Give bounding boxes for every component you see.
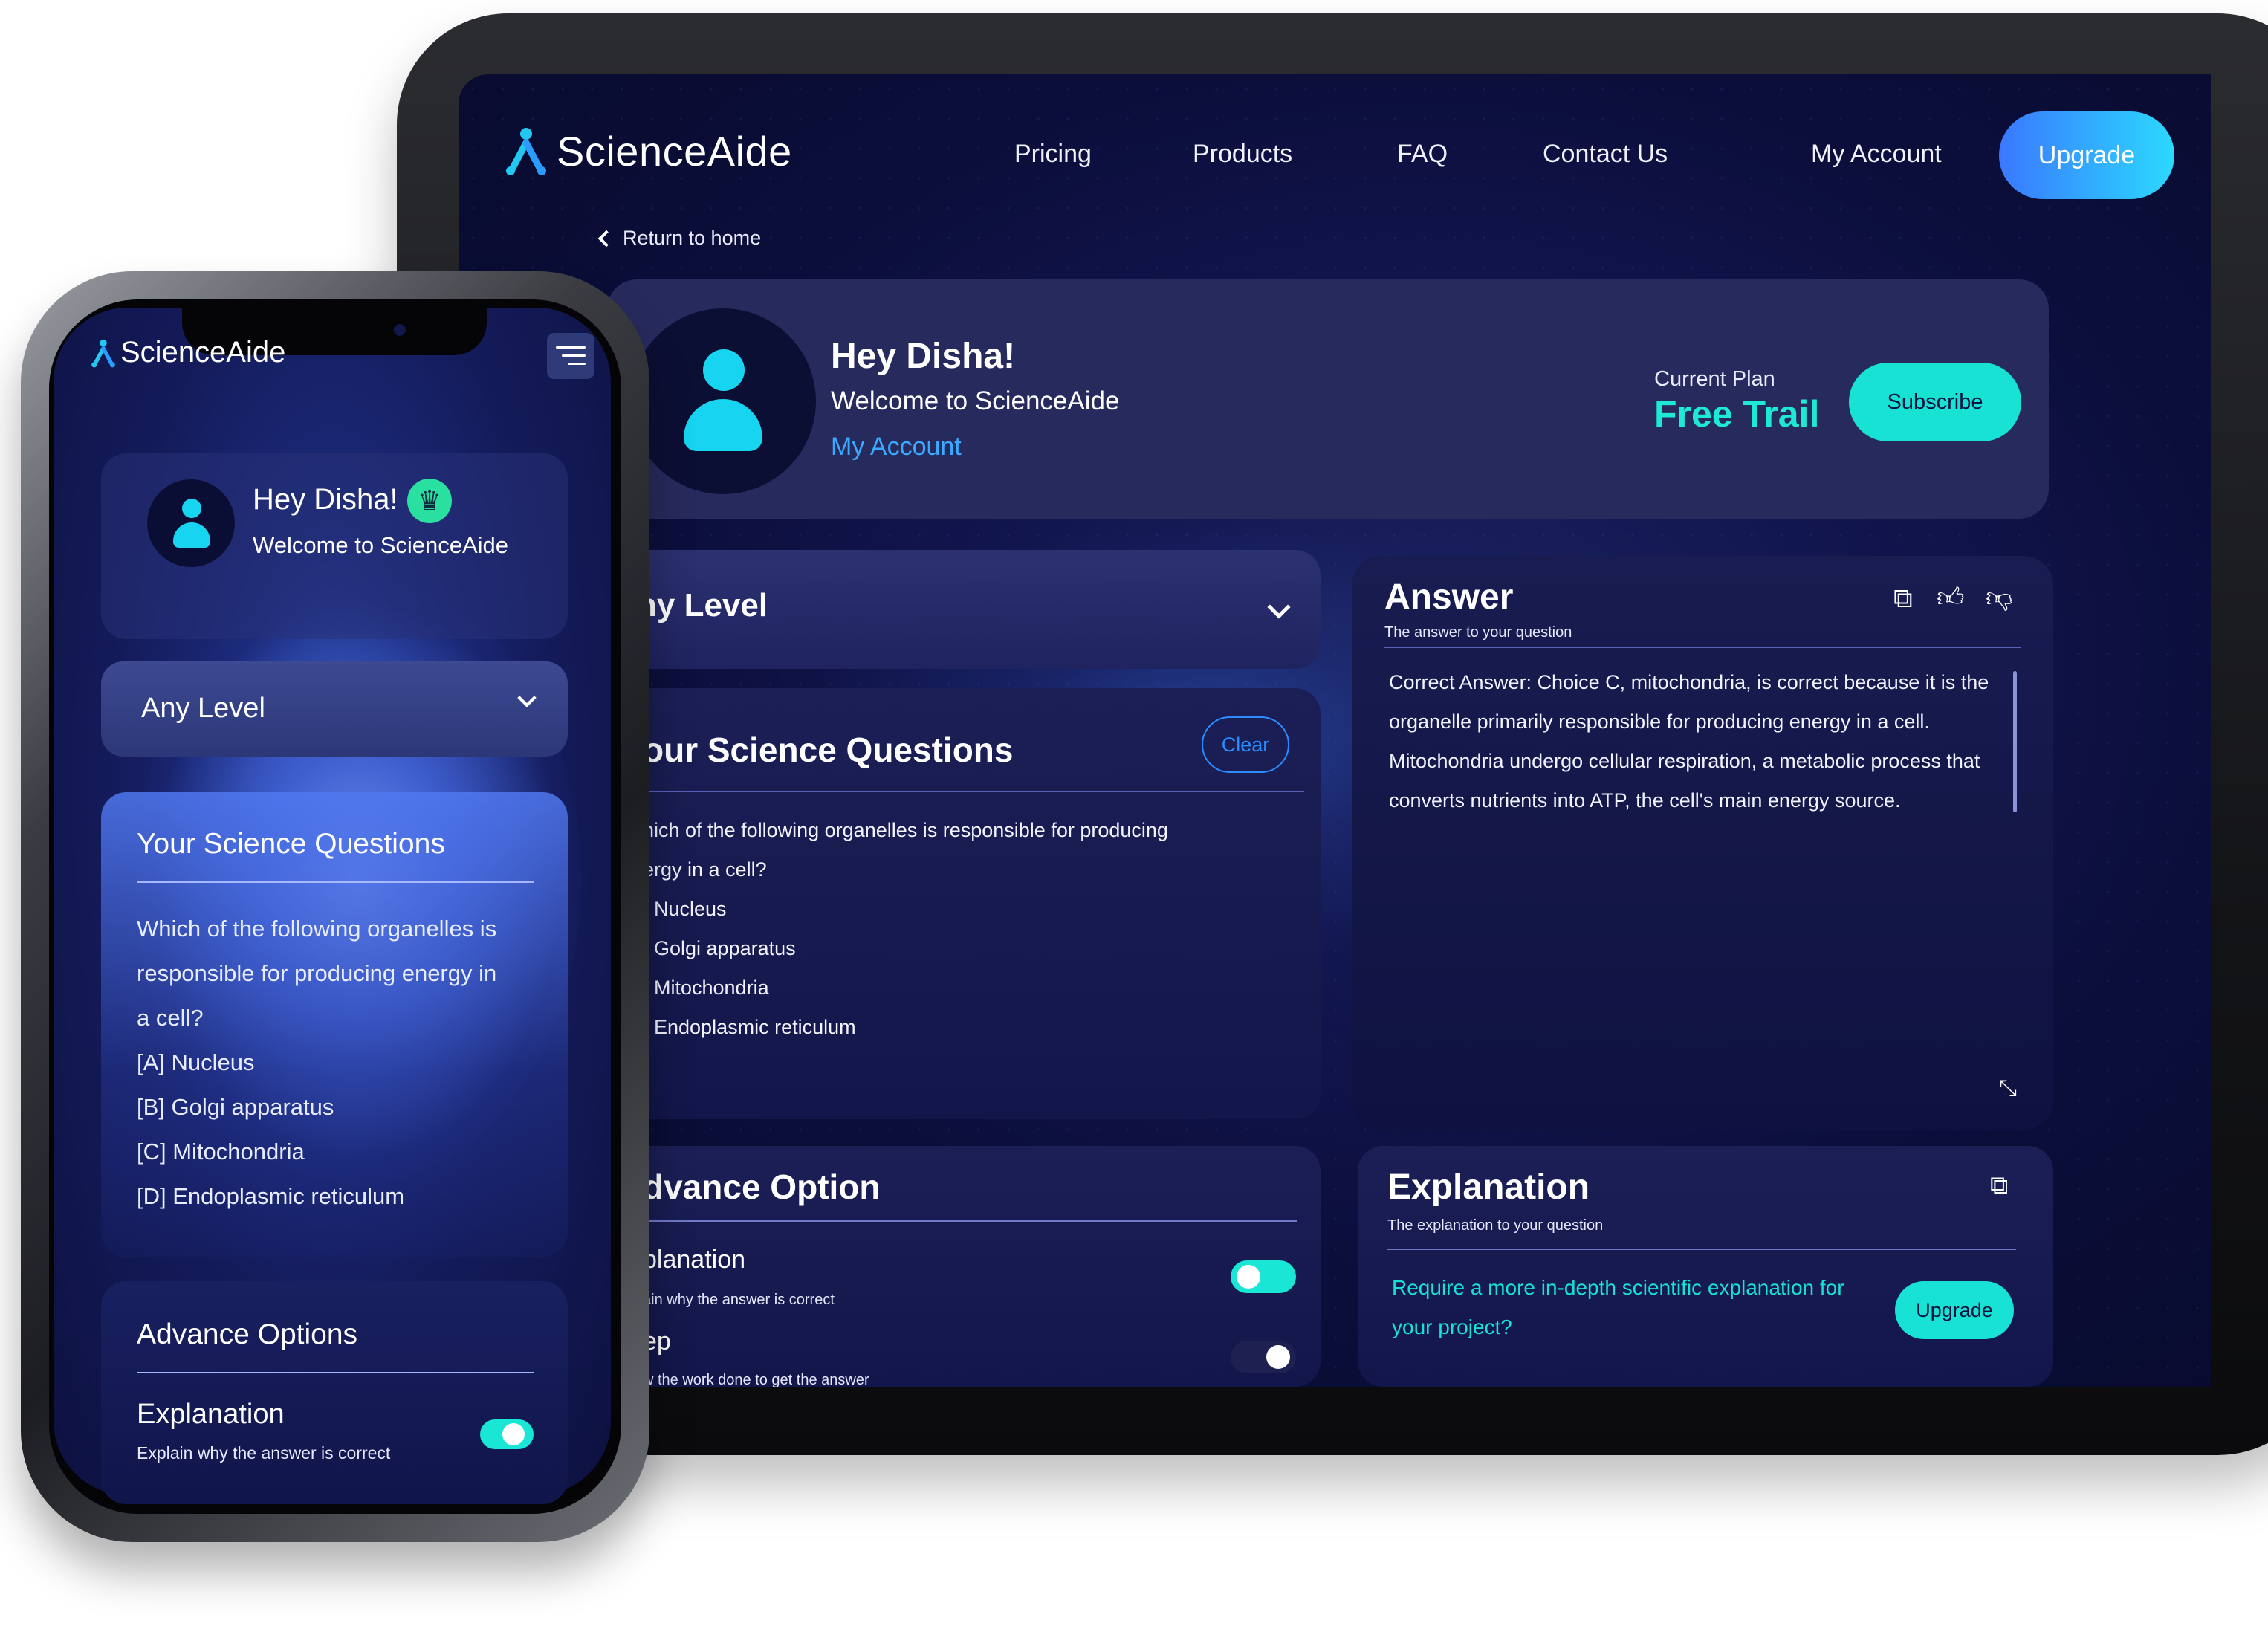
explanation-upgrade-prompt: Require a more in-depth scientific expla… (1392, 1276, 1844, 1338)
scienceaide-logo-icon (91, 339, 115, 367)
phone-explanation-description: Explain why the answer is correct (137, 1443, 391, 1463)
phone-explanation-label: Explanation (137, 1399, 285, 1430)
explanation-upgrade-button[interactable]: Upgrade (1895, 1281, 2014, 1339)
question-option[interactable]: [D] Endoplasmic reticulum (137, 1183, 538, 1210)
profile-greeting: Hey Disha! (831, 337, 1016, 376)
profile-welcome: Welcome to ScienceAide (831, 386, 1120, 415)
avatar-icon (630, 308, 816, 494)
brand-name: ScienceAide (557, 127, 792, 175)
current-plan-value: Free Trail (1654, 393, 1820, 435)
subscribe-button[interactable]: Subscribe (1849, 363, 2021, 441)
advance-option-title: dvance Option (643, 1168, 881, 1206)
phone-brand-logo[interactable]: ScienceAide (91, 336, 285, 369)
phone-explanation-toggle[interactable] (480, 1419, 534, 1449)
divider (137, 881, 534, 883)
question-line[interactable]: ergy in a cell? (643, 858, 767, 881)
question-option[interactable]: ] Mitochondria (643, 977, 769, 1000)
chevron-left-icon (597, 230, 615, 247)
nav-pricing[interactable]: Pricing (1014, 140, 1092, 169)
questions-title: our Science Questions (643, 731, 1014, 769)
explanation-option-description: ain why the answer is correct (643, 1292, 835, 1308)
question-option[interactable]: ] Endoplasmic reticulum (643, 1016, 856, 1039)
brand-logo[interactable]: ScienceAide (505, 126, 792, 175)
answer-text: Correct Answer: Choice C, mitochondria, … (1389, 671, 1989, 812)
upgrade-button[interactable]: Upgrade (1999, 111, 2174, 199)
phone-greeting: Hey Disha! (253, 483, 398, 516)
nav-my-account[interactable]: My Account (1811, 140, 1942, 169)
question-line[interactable]: a cell? (137, 1005, 538, 1032)
divider (1387, 1249, 2016, 1250)
return-home-link[interactable]: Return to home (597, 227, 762, 250)
thumbs-down-icon[interactable]: 👎︎ (1986, 581, 2013, 614)
resize-icon[interactable]: ⤡ (1999, 1076, 2017, 1101)
divider (1384, 647, 2021, 648)
explanation-toggle[interactable] (1231, 1260, 1296, 1293)
current-plan-label: Current Plan (1654, 367, 1775, 391)
explanation-subtitle: The explanation to your question (1387, 1217, 1604, 1234)
my-account-link[interactable]: My Account (831, 433, 962, 462)
divider (643, 791, 1304, 792)
question-line[interactable]: responsible for producing energy in (137, 960, 538, 987)
divider (137, 1372, 534, 1373)
nav-products[interactable]: Products (1193, 140, 1292, 169)
answer-scrollbar[interactable] (2013, 671, 2017, 812)
brand-name: ScienceAide (120, 336, 286, 369)
crown-icon: ♛ (407, 479, 452, 523)
question-option[interactable]: [C] Mitochondria (137, 1139, 538, 1165)
explanation-option-label: planation (643, 1246, 746, 1274)
product-mockup: ScienceAide Pricing Products FAQ Contact… (0, 0, 2268, 1632)
question-option[interactable]: [B] Golgi apparatus (137, 1094, 538, 1121)
nav-faq[interactable]: FAQ (1397, 140, 1448, 169)
copy-icon[interactable]: ⧉ (1893, 583, 1913, 615)
divider (643, 1220, 1297, 1222)
phone-advance-options-title: Advance Options (137, 1318, 358, 1350)
phone-questions-title: Your Science Questions (137, 828, 445, 860)
explanation-title: Explanation (1387, 1168, 1590, 1207)
thumbs-up-icon[interactable]: 👍︎ (1937, 581, 1965, 614)
profile-card (607, 279, 2049, 519)
copy-icon[interactable]: ⧉ (1990, 1171, 2008, 1200)
nav-contact-us[interactable]: Contact Us (1543, 140, 1668, 169)
avatar-icon (147, 479, 235, 567)
step-option-description: w the work done to get the answer (643, 1372, 869, 1388)
answer-card (1352, 556, 2053, 1130)
question-option[interactable]: [A] Nucleus (137, 1049, 538, 1076)
return-home-label: Return to home (623, 227, 762, 249)
phone-welcome: Welcome to ScienceAide (253, 532, 509, 558)
top-navigation: ScienceAide Pricing Products FAQ Contact… (459, 74, 2211, 230)
hamburger-menu-icon[interactable] (547, 333, 594, 379)
question-line[interactable]: Which of the following organelles is (137, 916, 538, 942)
step-toggle[interactable] (1231, 1341, 1296, 1373)
answer-title: Answer (1384, 577, 1514, 617)
answer-subtitle: The answer to your question (1384, 624, 1572, 641)
scienceaide-logo-icon (506, 128, 546, 175)
clear-button[interactable]: Clear (1202, 716, 1289, 773)
phone-level-select-value: Any Level (141, 693, 265, 724)
phone-advance-options-card (101, 1281, 568, 1504)
question-option[interactable]: ] Nucleus (643, 898, 727, 921)
level-select-value: ny Level (637, 587, 768, 624)
question-option[interactable]: ] Golgi apparatus (643, 937, 796, 960)
question-line[interactable]: hich of the following organelles is resp… (643, 819, 1168, 842)
